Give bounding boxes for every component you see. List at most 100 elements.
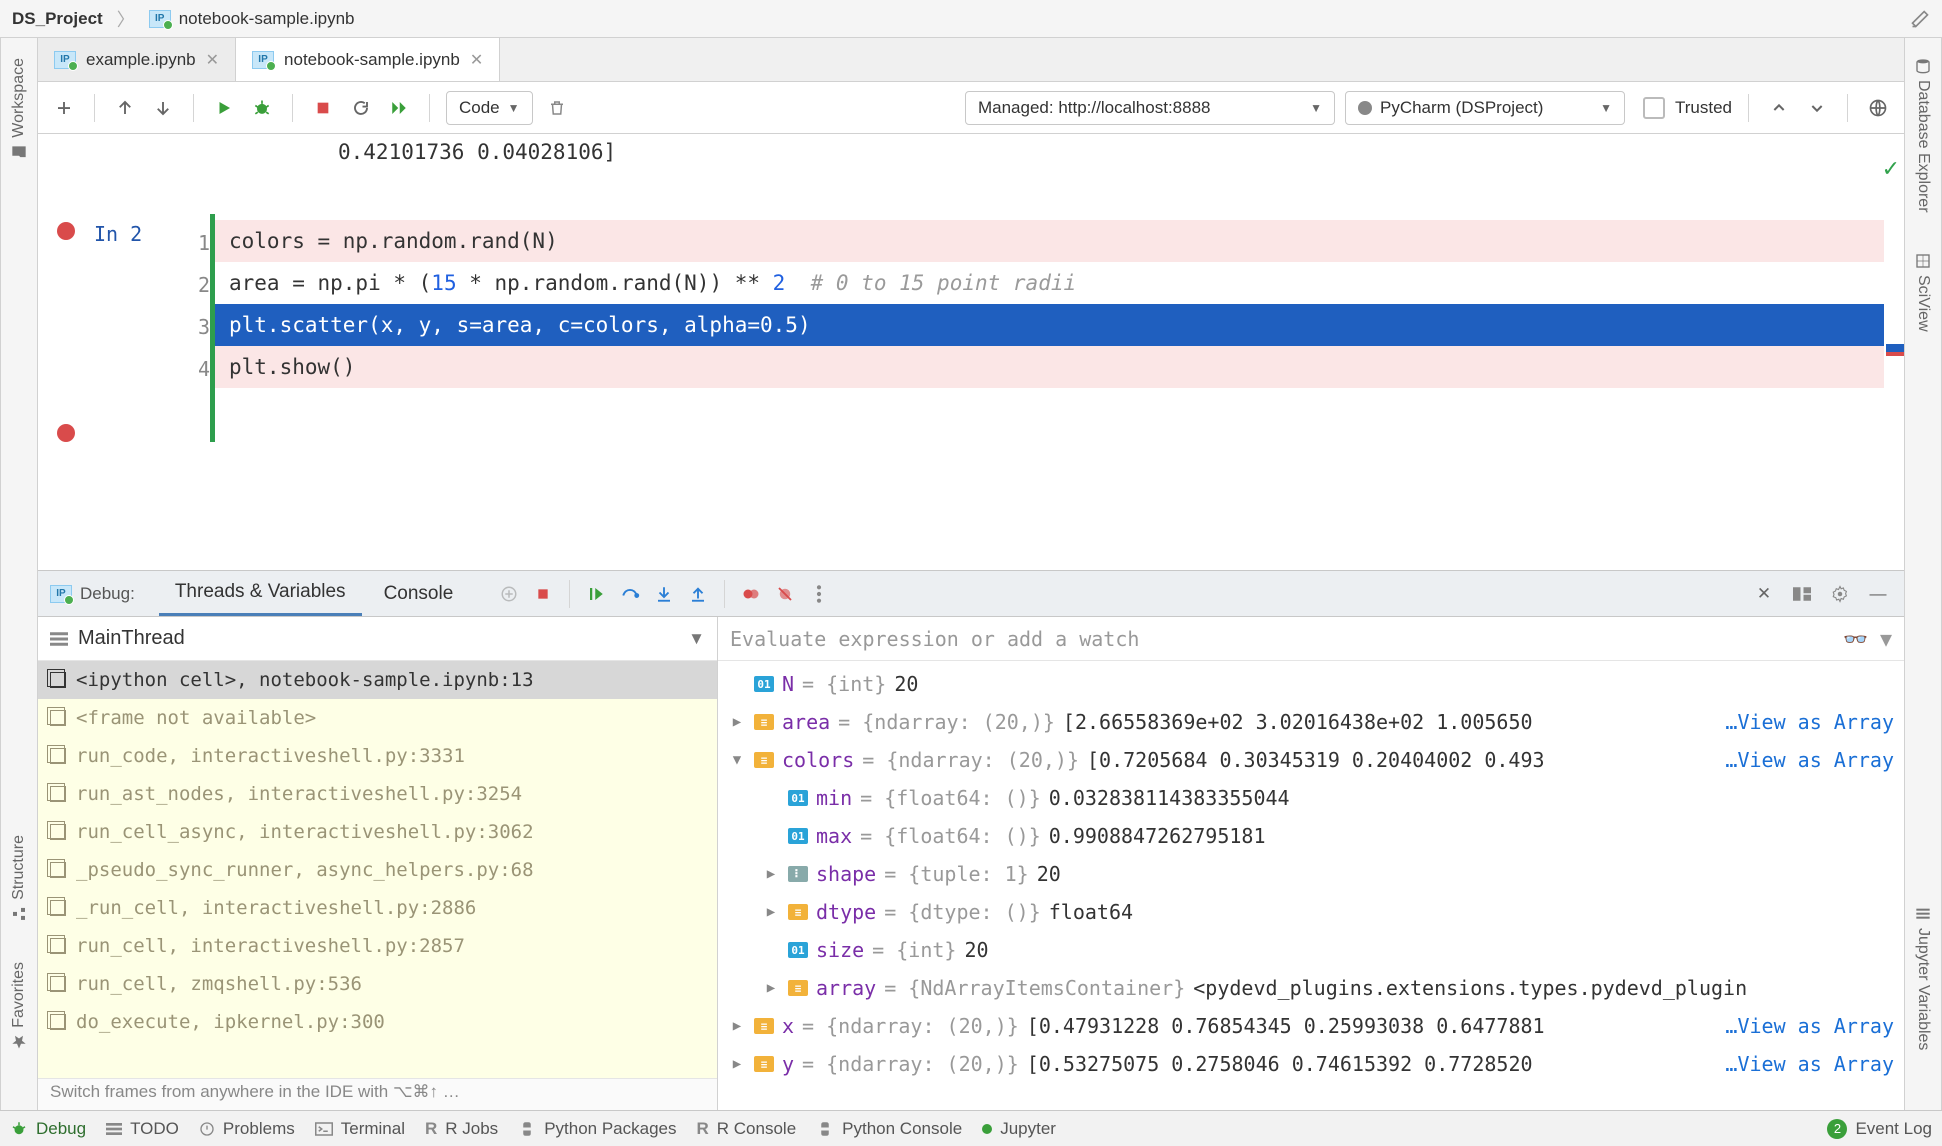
error-stripe[interactable]: ✓ (1886, 134, 1904, 570)
resume-button[interactable] (582, 580, 610, 608)
variable-row[interactable]: 01 size = {int} 20 (718, 931, 1904, 969)
frames-list[interactable]: <ipython cell>, notebook-sample.ipynb:13… (38, 661, 717, 1078)
step-over-button[interactable] (616, 580, 644, 608)
stop-debug-button[interactable] (529, 580, 557, 608)
close-icon[interactable]: ✕ (470, 50, 483, 70)
status-event-log[interactable]: 2 Event Log (1827, 1119, 1932, 1139)
status-python-packages[interactable]: Python Packages (518, 1119, 676, 1139)
thread-selector[interactable]: MainThread ▼ (38, 617, 717, 661)
tab-console[interactable]: Console (368, 571, 470, 616)
structure-tool-button[interactable]: Structure (10, 835, 28, 922)
prev-cell-button[interactable] (1765, 94, 1793, 122)
status-debug[interactable]: Debug (10, 1119, 86, 1139)
close-icon[interactable]: ✕ (206, 50, 219, 70)
jupyter-file-icon: IP (54, 51, 76, 69)
database-explorer-button[interactable]: Database Explorer (1914, 58, 1932, 213)
variable-row[interactable]: ▶⠇ shape = {tuple: 1} 20 (718, 855, 1904, 893)
close-panel-button[interactable]: ✕ (1750, 580, 1778, 608)
debug-cell-button[interactable] (248, 94, 276, 122)
status-jupyter[interactable]: Jupyter (982, 1119, 1056, 1139)
stop-button[interactable] (309, 94, 337, 122)
stack-frame[interactable]: run_cell, zmqshell.py:536 (38, 965, 717, 1003)
stack-frame[interactable]: <frame not available> (38, 699, 717, 737)
restart-button[interactable] (347, 94, 375, 122)
add-config-button[interactable] (495, 580, 523, 608)
server-dropdown[interactable]: Managed: http://localhost:8888 ▼ (965, 91, 1335, 125)
variable-row[interactable]: ▶≡ area = {ndarray: (20,)} [2.66558369e+… (718, 703, 1904, 741)
check-icon: ✓ (1882, 156, 1900, 182)
variable-row[interactable]: 01 N = {int} 20 (718, 665, 1904, 703)
variable-row[interactable]: 01 min = {float64: ()} 0.032838114383355… (718, 779, 1904, 817)
variable-row[interactable]: ▶≡ x = {ndarray: (20,)} [0.47931228 0.76… (718, 1007, 1904, 1045)
open-browser-button[interactable] (1864, 94, 1892, 122)
move-down-button[interactable] (149, 94, 177, 122)
sciview-button[interactable]: SciView (1914, 253, 1932, 332)
stack-frame[interactable]: _pseudo_sync_runner, async_helpers.py:68 (38, 851, 717, 889)
chevron-down-icon[interactable]: ▼ (1880, 627, 1892, 651)
stack-frame[interactable]: _run_cell, interactiveshell.py:2886 (38, 889, 717, 927)
step-out-button[interactable] (684, 580, 712, 608)
stack-frame[interactable]: run_cell, interactiveshell.py:2857 (38, 927, 717, 965)
mute-breakpoints-button[interactable] (771, 580, 799, 608)
step-into-button[interactable] (650, 580, 678, 608)
stack-frame[interactable]: do_execute, ipkernel.py:300 (38, 1003, 717, 1041)
glasses-icon[interactable]: 👓 (1843, 627, 1868, 651)
favorites-tool-button[interactable]: Favorites (10, 962, 28, 1050)
more-debug-button[interactable] (805, 580, 833, 608)
layout-button[interactable] (1788, 580, 1816, 608)
stack-frame[interactable]: run_cell_async, interactiveshell.py:3062 (38, 813, 717, 851)
minimize-panel-button[interactable]: — (1864, 580, 1892, 608)
trusted-checkbox[interactable] (1643, 97, 1665, 119)
variable-row[interactable]: ▶≡ array = {NdArrayItemsContainer} <pyde… (718, 969, 1904, 1007)
code-cell[interactable]: In 2 1 2 3 4 colors = np.random.rand(N) … (38, 214, 1904, 442)
variable-row[interactable]: ▶≡ dtype = {dtype: ()} float64 (718, 893, 1904, 931)
stack-frame[interactable]: run_ast_nodes, interactiveshell.py:3254 (38, 775, 717, 813)
kernel-status-icon (1358, 101, 1372, 115)
next-cell-button[interactable] (1803, 94, 1831, 122)
jupyter-variables-button[interactable]: Jupyter Variables (1914, 906, 1932, 1050)
view-as-array-link[interactable]: …View as Array (1725, 710, 1894, 734)
view-as-array-link[interactable]: …View as Array (1725, 748, 1894, 772)
delete-cell-button[interactable] (543, 94, 571, 122)
status-rconsole[interactable]: R R Console (697, 1119, 797, 1139)
stack-frame[interactable]: <ipython cell>, notebook-sample.ipynb:13 (38, 661, 717, 699)
run-all-button[interactable] (385, 94, 413, 122)
status-dot-icon (982, 1124, 992, 1134)
breadcrumb-project[interactable]: DS_Project (12, 9, 103, 29)
add-cell-button[interactable] (50, 94, 78, 122)
jupyter-file-icon: IP (50, 585, 72, 603)
move-up-button[interactable] (111, 94, 139, 122)
tab-threads-variables[interactable]: Threads & Variables (159, 571, 362, 616)
breakpoint-icon[interactable] (57, 222, 75, 240)
breakpoint-gutter[interactable] (38, 214, 94, 442)
stack-frame[interactable]: run_code, interactiveshell.py:3331 (38, 737, 717, 775)
view-as-array-link[interactable]: …View as Array (1725, 1052, 1894, 1076)
status-rjobs[interactable]: R R Jobs (425, 1119, 498, 1139)
workspace-tool-button[interactable]: Workspace (10, 58, 28, 160)
frame-icon (50, 976, 66, 992)
variable-row[interactable]: ▶≡ y = {ndarray: (20,)} [0.53275075 0.27… (718, 1045, 1904, 1083)
view-as-array-link[interactable]: …View as Array (1725, 1014, 1894, 1038)
tab-notebook-sample[interactable]: IP notebook-sample.ipynb ✕ (236, 38, 500, 81)
status-terminal[interactable]: Terminal (315, 1119, 405, 1139)
status-todo[interactable]: TODO (106, 1119, 179, 1139)
watch-input[interactable]: Evaluate expression or add a watch 👓 ▼ (718, 617, 1904, 661)
breadcrumb-file[interactable]: notebook-sample.ipynb (179, 9, 355, 29)
breakpoint-icon[interactable] (57, 424, 75, 442)
variables-list[interactable]: 01 N = {int} 20 ▶≡ area = {ndarray: (20,… (718, 661, 1904, 1110)
tab-label: notebook-sample.ipynb (284, 50, 460, 70)
variable-row[interactable]: 01 max = {float64: ()} 0.990884726279518… (718, 817, 1904, 855)
status-python-console[interactable]: Python Console (816, 1119, 962, 1139)
chevron-down-icon: ▼ (688, 629, 705, 649)
status-problems[interactable]: Problems (199, 1119, 295, 1139)
settings-button[interactable] (1826, 580, 1854, 608)
run-cell-button[interactable] (210, 94, 238, 122)
int-icon: 01 (788, 942, 808, 958)
tab-example[interactable]: IP example.ipynb ✕ (38, 38, 236, 81)
edit-icon[interactable] (1910, 9, 1930, 29)
variable-row[interactable]: ▼≡ colors = {ndarray: (20,)} [0.7205684 … (718, 741, 1904, 779)
kernel-dropdown[interactable]: PyCharm (DSProject) ▼ (1345, 91, 1625, 125)
code-content[interactable]: colors = np.random.rand(N) area = np.pi … (210, 214, 1904, 442)
cell-type-dropdown[interactable]: Code ▼ (446, 91, 533, 125)
view-breakpoints-button[interactable] (737, 580, 765, 608)
